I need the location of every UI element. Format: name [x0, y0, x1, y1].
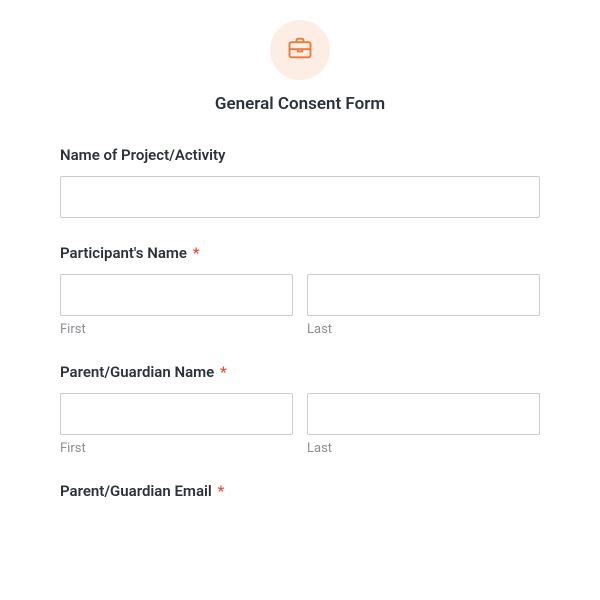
guardian-last-input[interactable]	[307, 393, 540, 435]
field-guardian-email: Parent/Guardian Email *	[60, 482, 540, 500]
briefcase-icon	[286, 34, 314, 66]
participant-last-sublabel: Last	[307, 322, 540, 337]
participant-first-sublabel: First	[60, 322, 293, 337]
guardian-first-sublabel: First	[60, 441, 293, 456]
guardian-email-label: Parent/Guardian Email *	[60, 482, 540, 500]
participant-first-input[interactable]	[60, 274, 293, 316]
participant-label-text: Participant's Name	[60, 244, 187, 262]
guardian-row: First Last	[60, 393, 540, 456]
guardian-label-text: Parent/Guardian Name	[60, 363, 214, 381]
guardian-last-sublabel: Last	[307, 441, 540, 456]
project-input[interactable]	[60, 176, 540, 218]
participant-last-col: Last	[307, 274, 540, 337]
guardian-first-col: First	[60, 393, 293, 456]
project-label-text: Name of Project/Activity	[60, 146, 226, 164]
guardian-email-label-text: Parent/Guardian Email	[60, 482, 212, 500]
required-marker: *	[220, 363, 227, 381]
project-label: Name of Project/Activity	[60, 146, 540, 164]
header-icon-wrap	[270, 20, 330, 80]
field-participant: Participant's Name * First Last	[60, 244, 540, 337]
guardian-label: Parent/Guardian Name *	[60, 363, 540, 381]
form-header: General Consent Form	[60, 20, 540, 114]
form-title: General Consent Form	[215, 94, 385, 114]
guardian-last-col: Last	[307, 393, 540, 456]
guardian-first-input[interactable]	[60, 393, 293, 435]
field-project: Name of Project/Activity	[60, 146, 540, 218]
required-marker: *	[218, 482, 225, 500]
participant-last-input[interactable]	[307, 274, 540, 316]
participant-first-col: First	[60, 274, 293, 337]
field-guardian: Parent/Guardian Name * First Last	[60, 363, 540, 456]
form-container: General Consent Form Name of Project/Act…	[0, 0, 600, 500]
required-marker: *	[193, 244, 200, 262]
participant-row: First Last	[60, 274, 540, 337]
participant-label: Participant's Name *	[60, 244, 540, 262]
